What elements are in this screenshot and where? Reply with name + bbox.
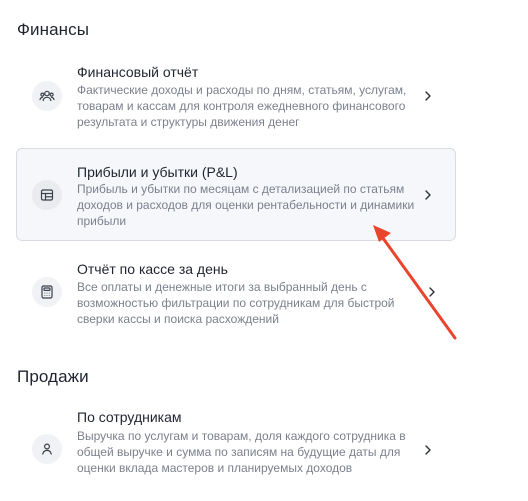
chevron-right-icon — [425, 91, 431, 101]
report-card-description: Фактические доходы и расходы по дням, ст… — [77, 83, 407, 129]
section-title-sales: Продажи — [17, 367, 89, 386]
report-card-financial[interactable]: Финансовый отчёт Фактические доходы и ра… — [16, 52, 456, 140]
chevron-right-icon — [429, 287, 435, 297]
chevron-right-icon — [425, 445, 431, 455]
report-card-title: Отчёт по кассе за день — [77, 261, 228, 277]
report-card-title: Прибыли и убытки (P&L) — [77, 164, 238, 180]
user-icon — [32, 434, 62, 464]
report-card-title: Финансовый отчёт — [77, 64, 199, 80]
report-card-title: По сотрудникам — [77, 409, 182, 425]
report-card-description: Все оплаты и денежные итоги за выбранный… — [77, 280, 395, 326]
reports-page: Финансы Финансовый отчёт Фактические дох… — [0, 0, 528, 501]
calculator-icon — [32, 277, 62, 307]
report-card-cash-day[interactable]: Отчёт по кассе за день Все оплаты и дене… — [16, 248, 456, 336]
table-icon — [32, 180, 62, 210]
report-card-employees[interactable]: По сотрудникам Выручка по услугам и това… — [16, 398, 456, 494]
chevron-right-icon — [425, 190, 431, 200]
report-card-description: Прибыль и убытки по месяцам с детализаци… — [77, 182, 415, 228]
report-card-description: Выручка по услугам и товарам, доля каждо… — [77, 429, 406, 475]
report-card-pnl[interactable]: Прибыли и убытки (P&L) Прибыль и убытки … — [16, 148, 456, 241]
people-icon — [32, 81, 62, 111]
section-title-finance: Финансы — [17, 20, 90, 39]
